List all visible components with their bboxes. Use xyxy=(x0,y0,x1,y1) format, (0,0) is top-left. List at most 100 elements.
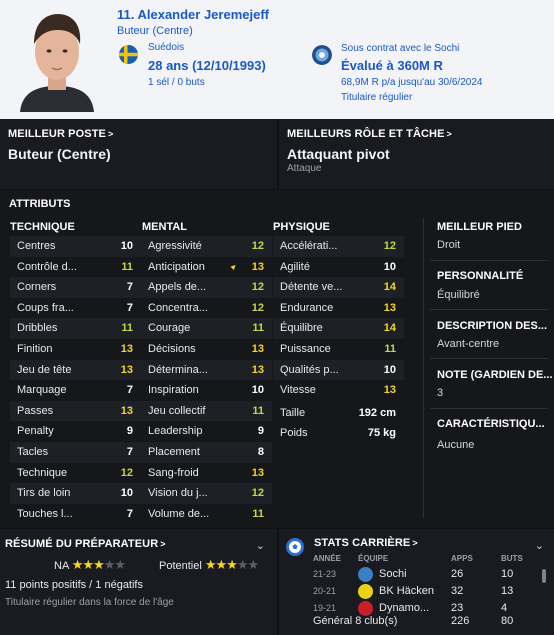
best-role-title[interactable]: MEILLEURS RÔLE ET TÂCHE > xyxy=(287,128,452,140)
attribute-name: Accélérati... xyxy=(280,240,338,252)
coach-note: Titulaire régulier dans la force de l'âg… xyxy=(5,597,174,608)
nationality[interactable]: Suédois xyxy=(148,42,184,53)
attribute-row[interactable]: Tacles 7 xyxy=(10,441,141,463)
attribute-name: Centres xyxy=(17,240,56,252)
attribute-row[interactable]: Appels de... 12 xyxy=(141,277,272,298)
attribute-row[interactable]: Vitesse 13 xyxy=(273,380,404,401)
attribute-row[interactable]: Anticipation 13 ▲ xyxy=(141,257,272,278)
coach-report-panel[interactable]: RÉSUMÉ DU PRÉPARATEUR > ⌄ NA ★★★★★ Potent… xyxy=(0,529,277,635)
attribute-name: Sang-froid xyxy=(148,466,199,479)
attribute-value: 7 xyxy=(126,507,133,520)
attribute-row[interactable]: Équilibre 14 xyxy=(273,318,404,339)
divider xyxy=(430,358,548,359)
mental-attributes: Agressivité 12 Anticipation 13 ▲ Appels de...… xyxy=(141,236,272,524)
attribute-row[interactable]: Agilité 10 xyxy=(273,257,404,278)
attribute-row[interactable]: Détermina... 13 xyxy=(141,359,272,381)
attribute-value: 12 xyxy=(120,466,133,479)
attribute-row[interactable]: Puissance 11 xyxy=(273,339,404,360)
attribute-row[interactable]: Endurance 13 xyxy=(273,298,404,319)
attribute-name: Jeu de tête xyxy=(17,363,72,376)
attribute-value: 11 xyxy=(252,507,264,520)
player-name[interactable]: 11. Alexander Jeremejeff xyxy=(117,7,269,22)
attribute-name: Tirs de loin xyxy=(17,487,71,500)
height-value: 192 cm xyxy=(358,407,396,419)
personality-title: PERSONNALITÉ xyxy=(437,270,524,282)
attribute-row[interactable]: Placement 8 xyxy=(141,441,272,463)
attribute-row[interactable]: Dribbles 11 xyxy=(10,318,141,339)
attribute-name: Équilibre xyxy=(280,322,323,335)
attribute-row[interactable]: Inspiration 10 xyxy=(141,380,272,401)
attribute-value: 9 xyxy=(257,425,264,438)
attribute-value: 7 xyxy=(126,384,133,397)
attribute-row[interactable]: Finition 13 xyxy=(10,339,141,360)
attribute-row[interactable]: Coups fra... 7 xyxy=(10,298,141,319)
career-row[interactable]: 20-21 BK Häcken 32 13 xyxy=(279,584,541,601)
attribute-row[interactable]: Vision du j... 12 xyxy=(141,483,272,504)
apps-column-header[interactable]: APPS xyxy=(451,554,473,563)
weight-row: Poids 75 kg xyxy=(273,427,404,445)
attribute-name: Appels de... xyxy=(148,281,207,294)
best-position-title[interactable]: MEILLEUR POSTE > xyxy=(8,128,113,140)
career-stats-title[interactable]: STATS CARRIÈRE > xyxy=(314,537,418,549)
attribute-value: 11 xyxy=(121,260,133,273)
attribute-name: Détente ve... xyxy=(280,281,343,294)
attribute-row[interactable]: Passes 13 xyxy=(10,400,141,422)
media-description-title: DESCRIPTION DES... xyxy=(437,320,548,332)
best-role-panel[interactable]: MEILLEURS RÔLE ET TÂCHE > Attaquant pivot… xyxy=(279,119,554,189)
best-position-panel[interactable]: MEILLEUR POSTE > Buteur (Centre) xyxy=(0,119,277,189)
team-column-header[interactable]: ÉQUIPE xyxy=(358,554,388,563)
career-club[interactable]: BK Häcken xyxy=(379,585,434,597)
star-icon: ★ xyxy=(236,557,249,572)
attribute-value: 10 xyxy=(120,487,133,500)
attribute-value: 12 xyxy=(251,281,264,294)
attribute-name: Marquage xyxy=(17,384,67,397)
attribute-name: Penalty xyxy=(17,425,54,438)
attribute-row[interactable]: Détente ve... 14 xyxy=(273,277,404,298)
player-position: Buteur (Centre) xyxy=(117,25,193,37)
attribute-value: 12 xyxy=(383,240,396,252)
attribute-row[interactable]: Volume de... 11 xyxy=(141,504,272,525)
attribute-row[interactable]: Penalty 9 xyxy=(10,421,141,442)
attribute-row[interactable]: Touches l... 7 xyxy=(10,504,141,525)
career-club[interactable]: Dynamo... xyxy=(379,602,429,614)
chevron-down-icon[interactable]: ⌄ xyxy=(256,539,265,552)
attribute-name: Volume de... xyxy=(148,507,210,520)
career-year: 20-21 xyxy=(313,586,337,596)
player-header: 11. Alexander Jeremejeff Buteur (Centre)… xyxy=(0,0,554,119)
attribute-row[interactable]: Courage 11 xyxy=(141,318,272,339)
career-scrollbar[interactable] xyxy=(542,569,546,583)
attributes-divider xyxy=(423,218,424,518)
career-stats-panel[interactable]: STATS CARRIÈRE > ⌄ ANNÉE ÉQUIPE APPS BUTS… xyxy=(279,529,554,635)
contract-club[interactable]: Sous contrat avec le Sochi xyxy=(341,43,459,54)
attribute-row[interactable]: Leadership 9 xyxy=(141,421,272,442)
coach-report-title[interactable]: RÉSUMÉ DU PRÉPARATEUR > xyxy=(5,538,166,550)
attribute-row[interactable]: Contrôle d... 11 xyxy=(10,257,141,278)
technical-header: TECHNIQUE xyxy=(10,221,75,233)
attribute-name: Inspiration xyxy=(148,384,199,397)
attribute-name: Technique xyxy=(17,466,68,479)
year-column-header[interactable]: ANNÉE xyxy=(313,554,341,563)
attribute-row[interactable]: Jeu de tête 13 xyxy=(10,359,141,381)
attribute-row[interactable]: Tirs de loin 10 xyxy=(10,483,141,504)
attribute-row[interactable]: Sang-froid 13 xyxy=(141,463,272,484)
attribute-row[interactable]: Jeu collectif 11 xyxy=(141,400,272,422)
attribute-value: 14 xyxy=(383,322,396,335)
attribute-name: Jeu collectif xyxy=(148,404,206,417)
attribute-row[interactable]: Agressivité 12 xyxy=(141,236,272,257)
attribute-row[interactable]: Concentra... 12 xyxy=(141,298,272,319)
chevron-down-icon[interactable]: ⌄ xyxy=(535,539,544,552)
chevron-right-icon: > xyxy=(446,129,452,139)
career-club[interactable]: Sochi xyxy=(379,568,407,580)
attribute-row[interactable]: Décisions 13 xyxy=(141,339,272,360)
attribute-row[interactable]: Qualités p... 10 xyxy=(273,359,404,381)
career-row[interactable]: 21-23 Sochi 26 10 xyxy=(279,567,541,584)
club-badge-icon xyxy=(312,45,332,65)
attribute-row[interactable]: Technique 12 xyxy=(10,463,141,484)
attribute-name: Passes xyxy=(17,404,54,417)
attribute-row[interactable]: Marquage 7 xyxy=(10,380,141,401)
attribute-row[interactable]: Centres 10 xyxy=(10,236,141,257)
attribute-row[interactable]: Corners 7 xyxy=(10,277,141,298)
goals-column-header[interactable]: BUTS xyxy=(501,554,523,563)
personality-value: Équilibré xyxy=(437,289,480,301)
attribute-row[interactable]: Accélérati... 12 xyxy=(273,236,404,257)
